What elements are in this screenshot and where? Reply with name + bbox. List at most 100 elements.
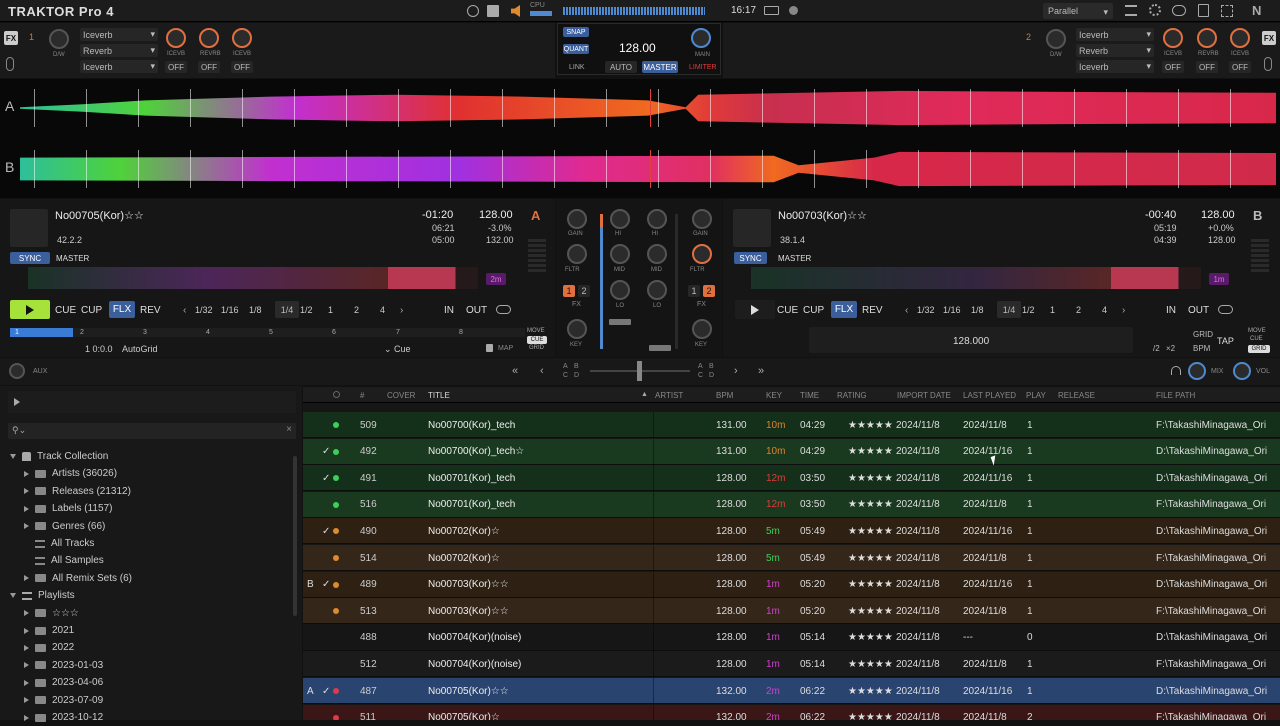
rewind-icon[interactable]: « bbox=[512, 365, 518, 377]
mid-knob-a[interactable] bbox=[610, 244, 630, 264]
table-row[interactable]: B ✓ 489 No00703(Kor)☆☆ 128.00 1m 05:20 ★★★★★ 202… bbox=[303, 571, 1280, 598]
crossfader-handle[interactable] bbox=[637, 361, 642, 381]
preview-play-icon[interactable] bbox=[14, 398, 20, 406]
headphone-icon[interactable] bbox=[1171, 366, 1181, 375]
loop-size-button[interactable]: 4 bbox=[1102, 305, 1107, 315]
fx-assign-a-2[interactable]: 2 bbox=[578, 285, 590, 297]
loop-size-button[interactable]: 1/2 bbox=[300, 305, 313, 315]
hi-knob-a[interactable] bbox=[610, 209, 630, 229]
beat-marker[interactable]: 4 bbox=[206, 329, 210, 336]
loop-size-button[interactable]: 1/16 bbox=[943, 305, 961, 315]
key-knob-a[interactable] bbox=[567, 319, 587, 339]
fx-assign-b-2[interactable]: 2 bbox=[703, 285, 715, 297]
loop-size-button[interactable]: 2 bbox=[354, 305, 359, 315]
expand-down-icon[interactable] bbox=[10, 593, 16, 599]
deck-b-grid[interactable]: GRID bbox=[1248, 345, 1270, 353]
deck-b-master-label[interactable]: MASTER bbox=[778, 254, 811, 263]
deck-b-move-cue[interactable]: CUE bbox=[1250, 336, 1263, 342]
chevron-right-icon[interactable]: › bbox=[1122, 305, 1125, 316]
sidebar-scrollbar[interactable] bbox=[293, 456, 297, 616]
fx-assign-a-1[interactable]: 1 bbox=[563, 285, 575, 297]
table-row[interactable]: 512 No00704(Kor)(noise) 128.00 1m 05:14 ★★★★★… bbox=[303, 651, 1280, 678]
deck-a-beat-bar[interactable] bbox=[10, 328, 525, 337]
xf-left-b[interactable]: B bbox=[574, 363, 579, 370]
col-cover[interactable]: COVER bbox=[387, 387, 415, 403]
col-time[interactable]: TIME bbox=[800, 387, 819, 403]
table-row[interactable]: 513 No00703(Kor)☆☆ 128.00 1m 05:20 ★★★★★ 2024/… bbox=[303, 598, 1280, 625]
fx-select-right-1[interactable]: Iceverb ▾ bbox=[1076, 28, 1154, 41]
chevron-left-icon[interactable]: ‹ bbox=[905, 305, 908, 316]
expand-right-icon[interactable] bbox=[24, 505, 29, 512]
deck-b-rev-button[interactable]: REV bbox=[862, 305, 883, 316]
loop-size-button[interactable]: 2 bbox=[1076, 305, 1081, 315]
sidebar-item-genres-66-[interactable]: Genres (66) bbox=[24, 518, 105, 535]
expand-right-icon[interactable] bbox=[24, 627, 29, 634]
expand-right-icon[interactable] bbox=[24, 679, 29, 686]
deck-b-play-button[interactable] bbox=[735, 300, 775, 319]
search-input[interactable] bbox=[34, 424, 284, 437]
deck-a-stripe[interactable] bbox=[28, 267, 478, 289]
filter-knob-a[interactable] bbox=[567, 244, 587, 264]
xf-right-b[interactable]: B bbox=[709, 363, 714, 370]
sidebar-item-2023-04-06[interactable]: 2023-04-06 bbox=[24, 674, 103, 691]
sidebar-item--[interactable]: ☆☆☆ bbox=[24, 605, 79, 622]
link-icon[interactable] bbox=[1264, 57, 1272, 71]
key-knob-b[interactable] bbox=[692, 319, 712, 339]
deck-a-autogrid[interactable]: AutoGrid bbox=[122, 344, 158, 354]
beat-marker[interactable]: 1 bbox=[15, 329, 19, 336]
fx-off-button[interactable]: OFF bbox=[165, 61, 187, 73]
table-row[interactable]: 511 No00705(Kor)☆ 132.00 2m 06:22 ★★★★★ 2024/1… bbox=[303, 704, 1280, 720]
loop-size-button[interactable]: 1/32 bbox=[195, 305, 213, 315]
loop-size-button[interactable]: 1/16 bbox=[221, 305, 239, 315]
loop-size-button[interactable]: 1/2 bbox=[1022, 305, 1035, 315]
expand-right-icon[interactable] bbox=[24, 488, 29, 495]
beat-marker[interactable]: 6 bbox=[332, 329, 336, 336]
record-icon[interactable] bbox=[467, 5, 479, 17]
quant-button[interactable]: QUANT bbox=[563, 44, 589, 54]
volume-fader-b[interactable] bbox=[649, 345, 671, 351]
deck-a-cue-button[interactable]: CUE bbox=[55, 305, 76, 316]
deck-b-grid-bpm[interactable]: 128.000 bbox=[953, 336, 989, 347]
col-import[interactable]: IMPORT DATE bbox=[897, 387, 951, 403]
gain-knob-a[interactable] bbox=[567, 209, 587, 229]
hi-knob-b[interactable] bbox=[647, 209, 667, 229]
deck-a-tempo-fader[interactable] bbox=[528, 239, 546, 273]
loop-size-button[interactable]: 1 bbox=[1050, 305, 1055, 315]
deck-b-in-button[interactable]: IN bbox=[1166, 305, 1176, 316]
search-field[interactable]: ⚲⌄ × bbox=[8, 423, 296, 439]
dw-knob-left[interactable] bbox=[49, 29, 69, 49]
beat-marker[interactable]: 3 bbox=[143, 329, 147, 336]
xf-left-c[interactable]: C bbox=[563, 372, 568, 379]
deck-a-letter[interactable]: A bbox=[531, 208, 540, 223]
mid-knob-b[interactable] bbox=[647, 244, 667, 264]
dw-knob-right[interactable] bbox=[1046, 29, 1066, 49]
master-bpm[interactable]: 128.00 bbox=[619, 41, 656, 55]
deck-b-sync-button[interactable]: SYNC bbox=[734, 252, 767, 264]
sidebar-item-2023-07-09[interactable]: 2023-07-09 bbox=[24, 692, 103, 709]
table-row[interactable]: 516 No00701(Kor)_tech 128.00 12m 03:50 ★★★★★ 2… bbox=[303, 491, 1280, 518]
col-path[interactable]: FILE PATH bbox=[1156, 387, 1195, 403]
sidebar-item-artists-36026-[interactable]: Artists (36026) bbox=[24, 465, 117, 482]
xf-right-d[interactable]: D bbox=[709, 372, 714, 379]
expand-right-icon[interactable] bbox=[24, 644, 29, 651]
loop-size-button[interactable]: 1 bbox=[328, 305, 333, 315]
deck-a-out-button[interactable]: OUT bbox=[466, 305, 487, 316]
fx-knob-left-3[interactable] bbox=[232, 28, 252, 48]
sidebar-item-2021[interactable]: 2021 bbox=[24, 622, 74, 639]
lo-knob-b[interactable] bbox=[647, 280, 667, 300]
deck-a-sync-button[interactable]: SYNC bbox=[10, 252, 50, 264]
fx-select-left-2[interactable]: Reverb ▾ bbox=[80, 44, 158, 57]
fx-off-button[interactable]: OFF bbox=[1162, 61, 1184, 73]
fx-select-right-2[interactable]: Reverb ▾ bbox=[1076, 44, 1154, 57]
sidebar-item-2022[interactable]: 2022 bbox=[24, 639, 74, 656]
sidebar-item-labels-1157-[interactable]: Labels (1157) bbox=[24, 500, 112, 517]
deck-a-cue-type[interactable]: ⌄ Cue bbox=[384, 344, 411, 355]
deck-a-play-button[interactable] bbox=[10, 300, 50, 319]
xf-left-d[interactable]: D bbox=[574, 372, 579, 379]
sidebar-item-releases-21312-[interactable]: Releases (21312) bbox=[24, 483, 131, 500]
layout-icon[interactable] bbox=[487, 5, 499, 17]
col-key[interactable]: KEY bbox=[766, 387, 782, 403]
waveform-deck-b[interactable] bbox=[20, 151, 1276, 187]
xf-right-c[interactable]: C bbox=[698, 372, 703, 379]
sidebar-item-track-collection[interactable]: Track Collection bbox=[10, 448, 108, 465]
